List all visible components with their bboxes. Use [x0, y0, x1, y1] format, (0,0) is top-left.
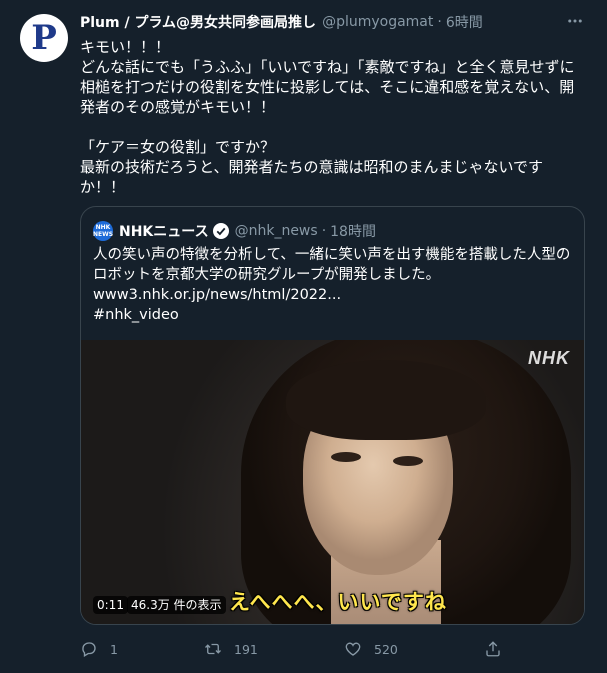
video-duration: 0:11 — [93, 596, 128, 614]
reply-icon — [82, 642, 96, 657]
avatar-letter: P — [31, 18, 57, 58]
robot-eye-left — [331, 452, 361, 462]
reply-count: 1 — [110, 641, 118, 657]
robot-eye-right — [393, 456, 423, 466]
tweet-actions: 1 191 520 — [80, 638, 585, 660]
video-subtitle: えへへへ、いいですね — [229, 590, 447, 614]
separator: · — [437, 14, 442, 30]
like-count: 520 — [374, 641, 398, 657]
quoted-author-name[interactable]: NHKニュース — [119, 221, 209, 241]
verified-icon — [212, 223, 229, 239]
retweet-button[interactable]: 191 — [204, 638, 258, 660]
quoted-author-handle[interactable]: @nhk_news — [235, 223, 318, 239]
share-button[interactable] — [484, 638, 514, 660]
share-icon — [486, 641, 500, 657]
timestamp[interactable]: 6時間 — [446, 12, 483, 32]
more-icon[interactable] — [565, 12, 585, 32]
quoted-timestamp[interactable]: 18時間 — [330, 221, 376, 241]
like-icon — [345, 642, 361, 656]
avatar[interactable]: P — [20, 14, 68, 62]
retweet-count: 191 — [234, 641, 258, 657]
tweet-header: Plum / プラム@男女共同参画局推し @plumyogamat · 6時間 — [80, 12, 560, 32]
quoted-tweet-header: NHK NEWS NHKニュース @nhk_news · 18時間 — [93, 221, 573, 241]
quoted-tweet[interactable]: NHK NEWS NHKニュース @nhk_news · 18時間 人の笑い声の… — [80, 206, 585, 625]
separator: · — [321, 223, 327, 239]
robot-bangs — [286, 360, 486, 440]
nhk-logo[interactable]: NHK NEWS — [93, 221, 113, 241]
like-button[interactable]: 520 — [344, 638, 398, 660]
nhk-watermark: NHK — [528, 348, 570, 368]
video-view-count: 46.3万 件の表示 — [127, 596, 226, 614]
tweet-text: キモい！！！ どんな話にでも「うふふ」「いいですね」「素敵ですね」と全く意見せず… — [80, 38, 575, 196]
reply-button[interactable]: 1 — [80, 638, 118, 660]
video-player[interactable]: NHK えへへへ、いいですね 0:11 46.3万 件の表示 — [81, 340, 584, 624]
quoted-tweet-text: 人の笑い声の特徴を分析して、一緒に笑い声を出す機能を搭載した人型のロボットを京都… — [93, 247, 571, 323]
nhk-logo-text: NHK NEWS — [92, 224, 114, 238]
author-name[interactable]: Plum / プラム@男女共同参画局推し — [80, 12, 316, 32]
retweet-icon — [205, 643, 221, 655]
author-handle[interactable]: @plumyogamat — [322, 14, 433, 30]
